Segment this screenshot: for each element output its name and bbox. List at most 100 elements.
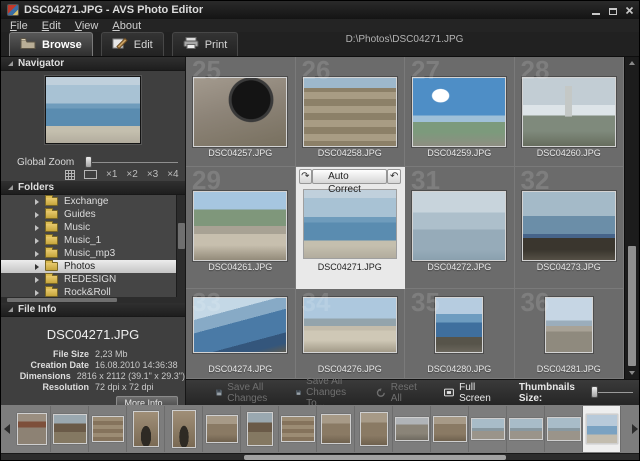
menu-edit[interactable]: Edit [42, 20, 61, 32]
filmstrip-thumb-16[interactable] [583, 406, 621, 452]
tab-edit[interactable]: Edit [101, 32, 164, 56]
scroll-up-icon[interactable] [629, 61, 635, 65]
expand-icon[interactable] [35, 290, 39, 296]
rotate-left-button[interactable]: ↶ [387, 169, 401, 184]
folder-item-music_mp3[interactable]: Music_mp3 [1, 247, 185, 260]
photo-cell-dsc04259.jpg[interactable]: 27DSC04259.JPG [405, 57, 515, 167]
tab-browse[interactable]: Browse [9, 32, 93, 56]
filmstrip [1, 405, 640, 453]
navigator-header[interactable]: Navigator [1, 57, 185, 71]
filmstrip-thumb-13[interactable] [469, 406, 507, 452]
photo-filename: DSC04272.JPG [405, 262, 514, 272]
filmstrip-thumb-6[interactable] [203, 406, 241, 452]
filmstrip-thumb-1[interactable] [13, 406, 51, 452]
photo-cell-dsc04273.jpg[interactable]: 32DSC04273.JPG [515, 167, 625, 289]
folder-item-music_1[interactable]: Music_1 [1, 234, 185, 247]
folder-name: Photos [64, 261, 95, 272]
filmstrip-thumb-8[interactable] [279, 406, 317, 452]
thumbnail-view-icon[interactable] [65, 170, 75, 180]
file-info-row: Dimensions2816 x 2112 (39.1" x 29.3") [1, 371, 185, 381]
filmstrip-thumb-4[interactable] [127, 406, 165, 452]
file-info-header[interactable]: File Info [1, 303, 185, 317]
scroll-down-icon[interactable] [629, 371, 635, 375]
grid-scrollbar-handle[interactable] [628, 246, 636, 366]
reset-all-button[interactable]: Reset All [376, 382, 420, 404]
photo-thumbnail[interactable] [303, 77, 397, 147]
fit-view-icon[interactable] [84, 170, 97, 179]
sidebar: Navigator Global Zoom ×1×2×3×4×5 Folders… [1, 57, 186, 405]
zoom-level-button-1[interactable]: ×1 [106, 169, 117, 180]
folder-icon [45, 288, 58, 297]
photo-thumbnail[interactable] [522, 191, 616, 261]
folder-item-photos[interactable]: Photos [1, 260, 185, 273]
minimize-icon[interactable] [590, 5, 601, 15]
folder-item-guides[interactable]: Guides [1, 208, 185, 221]
global-zoom-handle[interactable] [85, 156, 92, 168]
expand-icon[interactable] [35, 277, 39, 283]
photo-thumbnail[interactable] [522, 77, 616, 147]
filmstrip-thumb-5[interactable] [165, 406, 203, 452]
photo-cell-dsc04276.jpg[interactable]: 34DSC04276.JPG [296, 289, 406, 379]
folder-item-redesign[interactable]: REDESIGN [1, 273, 185, 286]
filmstrip-scrollbar[interactable] [1, 453, 640, 460]
filmstrip-thumb-image [247, 412, 273, 446]
thumbnails-size-handle[interactable] [591, 386, 598, 398]
grid-scrollbar[interactable] [624, 57, 638, 379]
zoom-level-button-3[interactable]: ×3 [147, 169, 158, 180]
photo-thumbnail[interactable] [435, 297, 483, 353]
expand-icon[interactable] [35, 212, 39, 218]
expand-icon[interactable] [35, 238, 39, 244]
filmstrip-thumb-15[interactable] [545, 406, 583, 452]
tree-vertical-scrollbar[interactable] [176, 195, 185, 297]
navigator-preview[interactable] [45, 76, 141, 144]
maximize-icon[interactable] [607, 5, 618, 15]
full-screen-button[interactable]: Full Screen [444, 382, 495, 404]
photo-cell-dsc04260.jpg[interactable]: 28DSC04260.JPG [515, 57, 625, 167]
rotate-right-button[interactable]: ↷ [299, 169, 313, 184]
folder-item-exchange[interactable]: Exchange [1, 195, 185, 208]
photo-cell-dsc04281.jpg[interactable]: 36DSC04281.JPG [515, 289, 625, 379]
folder-icon [20, 37, 36, 52]
expand-icon[interactable] [35, 199, 39, 205]
photo-cell-dsc04258.jpg[interactable]: 26DSC04258.JPG [296, 57, 406, 167]
zoom-level-button-4[interactable]: ×4 [167, 169, 178, 180]
menu-file[interactable]: File [10, 20, 28, 32]
photo-thumbnail[interactable] [412, 77, 506, 147]
filmstrip-thumb-11[interactable] [393, 406, 431, 452]
filmstrip-thumb-3[interactable] [89, 406, 127, 452]
filmstrip-thumb-7[interactable] [241, 406, 279, 452]
folders-header[interactable]: Folders [1, 181, 185, 195]
global-zoom-slider[interactable] [86, 162, 178, 163]
expand-icon[interactable] [35, 225, 39, 231]
photo-cell-dsc04274.jpg[interactable]: 33DSC04274.JPG [186, 289, 296, 379]
thumbnails-size-slider[interactable] [591, 392, 633, 393]
menu-about[interactable]: About [112, 20, 141, 32]
photo-thumbnail[interactable] [193, 191, 287, 261]
expand-icon[interactable] [35, 264, 39, 270]
photo-cell-dsc04280.jpg[interactable]: 35DSC04280.JPG [405, 289, 515, 379]
zoom-level-button-2[interactable]: ×2 [126, 169, 137, 180]
expand-icon[interactable] [35, 251, 39, 257]
filmstrip-thumb-12[interactable] [431, 406, 469, 452]
filmstrip-thumb-9[interactable] [317, 406, 355, 452]
window-controls [590, 5, 635, 15]
tree-horizontal-scrollbar[interactable] [1, 297, 185, 303]
photo-thumbnail[interactable] [412, 191, 506, 261]
folder-item-music[interactable]: Music [1, 221, 185, 234]
photo-cell-dsc04257.jpg[interactable]: 25DSC04257.JPG [186, 57, 296, 167]
close-icon[interactable] [624, 5, 635, 15]
filmstrip-next-icon[interactable] [632, 424, 638, 434]
photo-cell-dsc04271.jpg[interactable]: ↷Auto Correct↶DSC04271.JPG [296, 167, 406, 289]
filmstrip-thumb-10[interactable] [355, 406, 393, 452]
filmstrip-thumb-14[interactable] [507, 406, 545, 452]
menu-view[interactable]: View [75, 20, 99, 32]
save-all-changes-button[interactable]: Save All Changes [216, 382, 272, 404]
photo-thumbnail[interactable] [303, 189, 397, 259]
photo-thumbnail[interactable] [545, 297, 593, 353]
filmstrip-thumb-2[interactable] [51, 406, 89, 452]
photo-cell-dsc04272.jpg[interactable]: 31DSC04272.JPG [405, 167, 515, 289]
auto-correct-button[interactable]: Auto Correct [312, 169, 387, 184]
photo-thumbnail[interactable] [193, 77, 287, 147]
filmstrip-prev-icon[interactable] [4, 424, 10, 434]
photo-cell-dsc04261.jpg[interactable]: 29DSC04261.JPG [186, 167, 296, 289]
